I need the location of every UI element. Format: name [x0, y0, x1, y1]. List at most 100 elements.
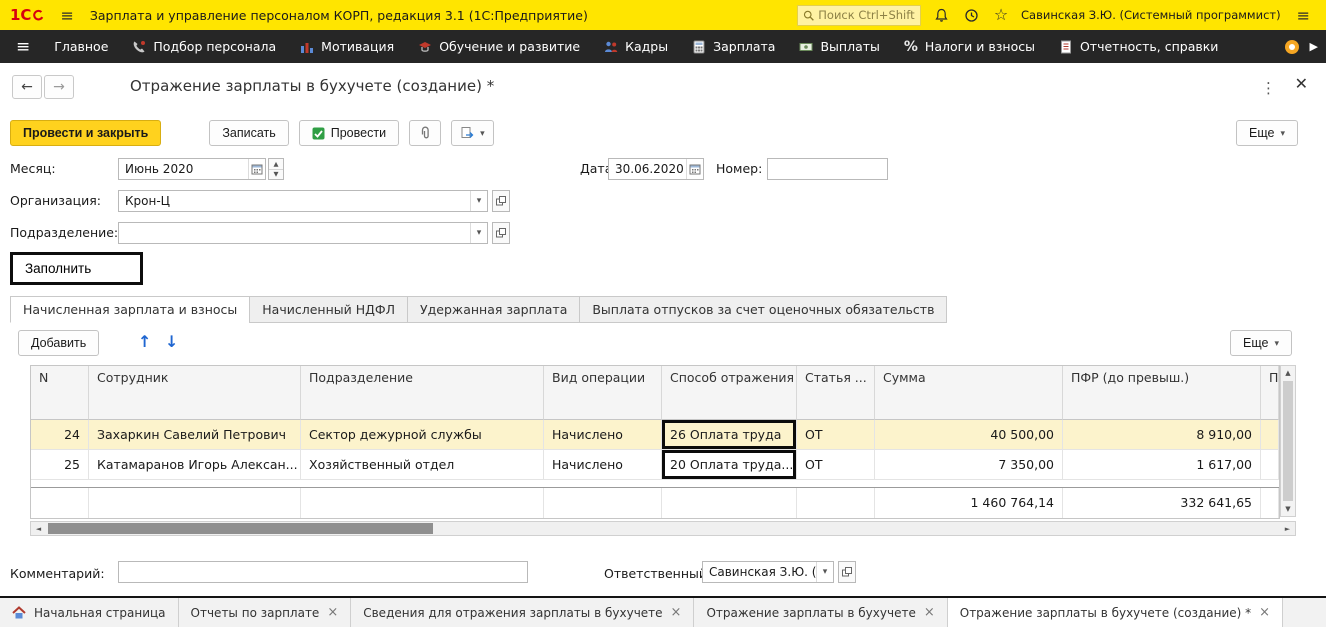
table-more-button[interactable]: Еще ▾	[1230, 330, 1292, 356]
column-header[interactable]: N	[31, 366, 89, 420]
tab-vacation-liabilities[interactable]: Выплата отпусков за счет оценочных обяза…	[579, 296, 948, 323]
menu-item-reports[interactable]: Отчетность, справки	[1047, 30, 1230, 63]
responsible-field[interactable]: Савинская З.Ю. (Систем ▾	[702, 561, 834, 583]
column-header[interactable]: ПФР (до превыш.)	[1063, 366, 1261, 420]
sections-menu-icon[interactable]: ≡	[4, 37, 42, 57]
cell[interactable]: Сектор дежурной службы	[301, 420, 544, 450]
main-menu-icon[interactable]: ≡	[54, 6, 79, 25]
close-form-icon[interactable]: ✕	[1295, 76, 1308, 92]
favorites-star-icon[interactable]: ☆	[991, 5, 1011, 25]
month-stepper[interactable]: ▲ ▼	[268, 158, 284, 180]
close-tab-icon[interactable]: ×	[1259, 606, 1270, 619]
cell[interactable]: 24	[31, 420, 89, 450]
scroll-up-icon[interactable]: ▲	[1281, 369, 1295, 377]
post-button[interactable]: Провести	[298, 120, 400, 146]
close-tab-icon[interactable]: ×	[671, 606, 682, 619]
column-header[interactable]: Статья ...	[797, 366, 875, 420]
attachments-button[interactable]	[409, 120, 442, 146]
bottom-tab-salary-reports[interactable]: Отчеты по зарплате ×	[179, 598, 352, 627]
cell[interactable]: ОТ	[797, 450, 875, 480]
column-header[interactable]: Подразделение	[301, 366, 544, 420]
cell[interactable]	[1261, 450, 1279, 480]
scroll-down-icon[interactable]: ▼	[1281, 505, 1295, 513]
tab-ndfl[interactable]: Начисленный НДФЛ	[249, 296, 408, 323]
move-row-up-icon[interactable]: ↑	[138, 332, 151, 351]
chevron-down-icon[interactable]: ▾	[816, 562, 833, 582]
bottom-tab-reflection[interactable]: Отражение зарплаты в бухучете ×	[694, 598, 948, 627]
menu-item-taxes[interactable]: % Налоги и взносы	[892, 30, 1047, 63]
column-header[interactable]: Сумма	[875, 366, 1063, 420]
menubar-overflow-icon[interactable]: ▶	[1310, 40, 1318, 53]
horizontal-scroll-thumb[interactable]	[48, 523, 433, 534]
menu-item-recruiting[interactable]: Подбор персонала	[120, 30, 288, 63]
chevron-down-icon[interactable]: ▾	[470, 223, 487, 243]
stepper-down-icon[interactable]: ▼	[269, 170, 283, 180]
column-header[interactable]: По...	[1261, 366, 1279, 420]
organization-open-button[interactable]	[492, 190, 510, 212]
organization-field[interactable]: Крон-Ц ▾	[118, 190, 488, 212]
table-row[interactable]: 24 Захаркин Савелий Петрович Сектор дежурн…	[31, 420, 1279, 450]
bottom-tab-reflection-info[interactable]: Сведения для отражения зарплаты в бухуче…	[351, 598, 695, 627]
date-field[interactable]: 30.06.2020	[608, 158, 704, 180]
history-icon[interactable]	[961, 5, 981, 25]
cell[interactable]: Начислено	[544, 420, 662, 450]
close-tab-icon[interactable]: ×	[327, 606, 338, 619]
column-header[interactable]: Сотрудник	[89, 366, 301, 420]
cell[interactable]: 26 Оплата труда	[662, 420, 797, 450]
bottom-tab-reflection-new[interactable]: Отражение зарплаты в бухучете (создание)…	[947, 598, 1284, 627]
vertical-scroll-thumb[interactable]	[1283, 381, 1293, 501]
calendar-icon[interactable]	[686, 159, 703, 179]
vertical-scrollbar[interactable]: ▲ ▼	[1280, 365, 1296, 517]
forward-button[interactable]: →	[44, 75, 74, 99]
menu-item-main[interactable]: Главное	[42, 30, 120, 63]
column-header[interactable]: Вид операции	[544, 366, 662, 420]
tab-accrued-salary[interactable]: Начисленная зарплата и взносы	[10, 296, 250, 323]
responsible-open-button[interactable]	[838, 561, 856, 583]
comment-field[interactable]	[118, 561, 528, 583]
stepper-up-icon[interactable]: ▲	[269, 159, 283, 170]
calendar-icon[interactable]	[248, 159, 265, 179]
tab-withheld-salary[interactable]: Удержанная зарплата	[407, 296, 580, 323]
menu-item-payments[interactable]: Выплаты	[787, 30, 891, 63]
table-row[interactable]: 25 Катамаранов Игорь Алексан... Хозяйствен…	[31, 450, 1279, 480]
column-header[interactable]: Способ отражения	[662, 366, 797, 420]
service-circle-icon[interactable]	[1284, 39, 1300, 55]
month-field[interactable]: Июнь 2020	[118, 158, 266, 180]
notifications-bell-icon[interactable]	[931, 5, 951, 25]
menu-item-motivation[interactable]: Мотивация	[288, 30, 406, 63]
horizontal-scrollbar[interactable]: ◄ ►	[30, 521, 1296, 536]
menu-item-salary[interactable]: Зарплата	[680, 30, 787, 63]
cell[interactable]: 20 Оплата труда...	[662, 450, 797, 480]
cell[interactable]: 1 617,00	[1063, 450, 1261, 480]
service-menu-icon[interactable]: ≡	[1291, 6, 1316, 25]
cell[interactable]: Катамаранов Игорь Алексан...	[89, 450, 301, 480]
department-open-button[interactable]	[492, 222, 510, 244]
bottom-tab-home[interactable]: Начальная страница	[0, 598, 179, 627]
form-more-button[interactable]: Еще ▾	[1236, 120, 1298, 146]
post-and-close-button[interactable]: Провести и закрыть	[10, 120, 162, 146]
search-input[interactable]	[818, 8, 916, 22]
close-tab-icon[interactable]: ×	[924, 606, 935, 619]
cell[interactable]	[1261, 420, 1279, 450]
cell[interactable]: Хозяйственный отдел	[301, 450, 544, 480]
menu-item-staff[interactable]: Кадры	[592, 30, 680, 63]
chevron-down-icon[interactable]: ▾	[470, 191, 487, 211]
add-row-button[interactable]: Добавить	[18, 330, 100, 356]
scroll-left-icon[interactable]: ◄	[31, 525, 46, 533]
fill-button[interactable]: Заполнить	[10, 252, 143, 285]
cell[interactable]: ОТ	[797, 420, 875, 450]
global-search[interactable]	[797, 4, 922, 26]
scroll-right-icon[interactable]: ►	[1280, 525, 1295, 533]
form-menu-kebab-icon[interactable]: ⋮	[1261, 79, 1276, 97]
write-button[interactable]: Записать	[209, 120, 289, 146]
move-row-down-icon[interactable]: ↓	[165, 332, 178, 351]
create-based-on-button[interactable]: ▾	[451, 120, 494, 146]
menu-item-training[interactable]: Обучение и развитие	[406, 30, 592, 63]
cell[interactable]: 25	[31, 450, 89, 480]
cell[interactable]: Захаркин Савелий Петрович	[89, 420, 301, 450]
cell[interactable]: 40 500,00	[875, 420, 1063, 450]
cell[interactable]: Начислено	[544, 450, 662, 480]
cell[interactable]: 8 910,00	[1063, 420, 1261, 450]
current-user[interactable]: Савинская З.Ю. (Системный программист)	[1021, 8, 1281, 22]
department-field[interactable]: ▾	[118, 222, 488, 244]
